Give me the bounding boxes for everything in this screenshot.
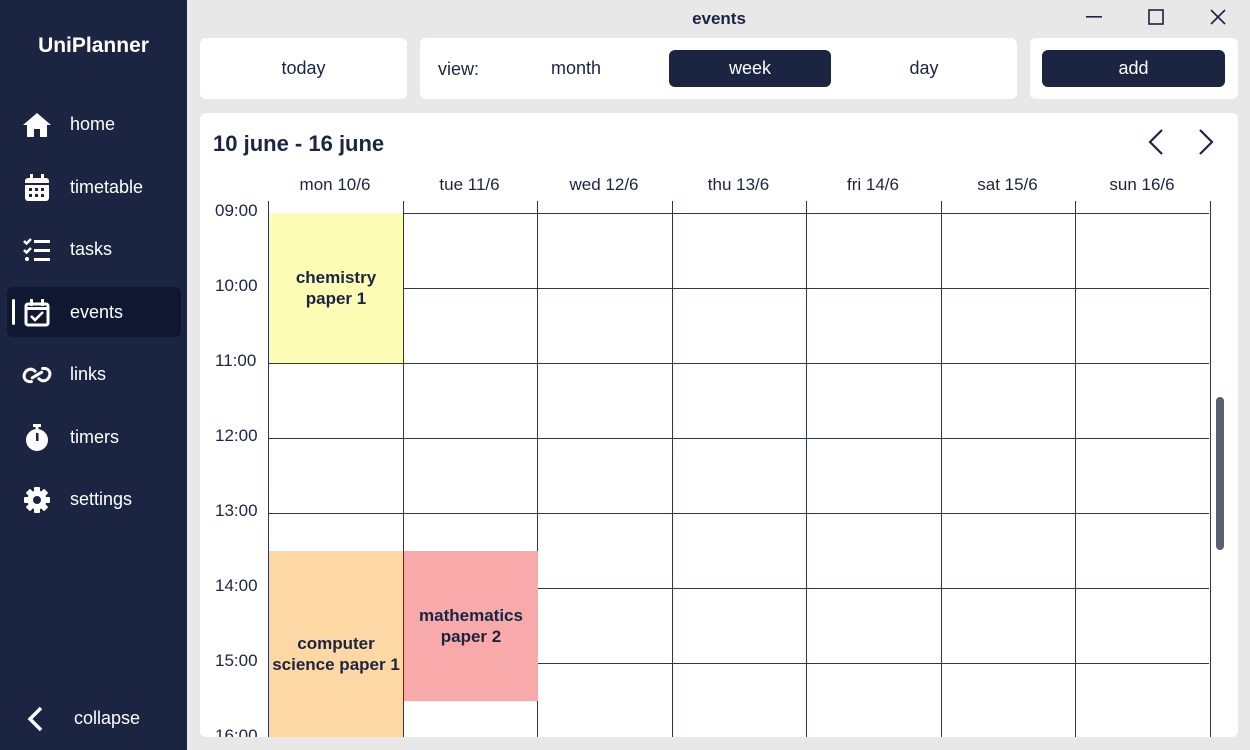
sidebar-item-events[interactable]: events — [7, 287, 181, 337]
app-title: UniPlanner — [38, 34, 149, 57]
event-block[interactable]: chemistry paper 1 — [269, 213, 403, 363]
chevron-right-icon — [1198, 128, 1214, 161]
collapse-button[interactable]: collapse — [7, 694, 181, 744]
calendar-icon — [22, 173, 52, 203]
sidebar-item-label: timetable — [70, 176, 144, 197]
time-label: 15:00 — [215, 651, 258, 670]
previous-week-button[interactable] — [1141, 127, 1171, 161]
calendar-check-icon — [22, 298, 52, 328]
next-week-button[interactable] — [1191, 127, 1221, 161]
event-block[interactable]: computer science paper 1 — [269, 551, 403, 737]
stopwatch-icon — [22, 423, 52, 453]
day-header: sat 15/6 — [977, 175, 1038, 194]
sidebar-item-links[interactable]: links — [7, 349, 181, 399]
sidebar-item-label: events — [70, 301, 124, 322]
add-button[interactable]: add — [1042, 50, 1225, 87]
sidebar-item-settings[interactable]: settings — [7, 474, 181, 524]
day-header: mon 10/6 — [299, 175, 371, 194]
minimize-icon — [1086, 9, 1102, 30]
view-month-button[interactable]: month — [512, 50, 640, 87]
view-day-button[interactable]: day — [860, 50, 988, 87]
day-header: fri 14/6 — [847, 175, 899, 194]
day-gridline — [941, 201, 942, 737]
time-label: 11:00 — [215, 351, 257, 370]
sidebar-item-label: timers — [70, 426, 119, 447]
day-header: tue 11/6 — [439, 175, 500, 194]
hour-gridline — [268, 438, 1209, 439]
vertical-scrollbar[interactable] — [1216, 397, 1224, 550]
day-gridline — [1075, 201, 1076, 737]
time-label: 12:00 — [215, 426, 258, 445]
day-gridline — [672, 201, 673, 737]
sidebar-item-label: settings — [70, 488, 133, 509]
hour-gridline — [268, 288, 1209, 289]
close-button[interactable] — [1203, 6, 1233, 32]
sidebar-item-label: home — [70, 113, 116, 134]
time-label: 10:00 — [215, 276, 258, 295]
hour-gridline — [268, 513, 1209, 514]
tasks-icon — [22, 235, 52, 265]
time-label: 13:00 — [215, 501, 258, 520]
sidebar: UniPlanner home timetable tasks events l… — [0, 0, 187, 750]
sidebar-item-tasks[interactable]: tasks — [7, 224, 181, 274]
day-gridline — [1210, 201, 1211, 737]
gear-icon — [22, 485, 52, 515]
chevron-left-icon — [25, 706, 45, 737]
maximize-button[interactable] — [1141, 6, 1171, 32]
calendar-panel: 10 june - 16 june mon 10/6 tue 11/6 wed 12… — [200, 113, 1238, 737]
today-card: today — [200, 38, 407, 99]
day-header: wed 12/6 — [569, 175, 639, 194]
day-gridline — [806, 201, 807, 737]
link-icon — [22, 360, 52, 390]
date-range-title: 10 june - 16 june — [213, 131, 385, 156]
time-label: 16:00 — [215, 726, 258, 737]
hour-gridline — [268, 363, 1209, 364]
day-header: sun 16/6 — [1109, 175, 1175, 194]
sidebar-item-label: links — [70, 363, 107, 384]
sidebar-item-timers[interactable]: timers — [7, 412, 181, 462]
sidebar-item-label: tasks — [70, 238, 113, 259]
minimize-button[interactable] — [1079, 6, 1109, 32]
chevron-left-icon — [1148, 128, 1164, 161]
close-icon — [1210, 8, 1226, 30]
today-button[interactable]: today — [200, 38, 407, 99]
collapse-label: collapse — [74, 708, 141, 728]
sidebar-item-timetable[interactable]: timetable — [7, 162, 181, 212]
view-label: view: — [438, 59, 480, 79]
time-label: 09:00 — [215, 201, 258, 220]
window-title: events — [692, 9, 746, 28]
view-selector: view: month week day — [420, 38, 1017, 99]
event-block[interactable]: mathematics paper 2 — [404, 551, 538, 701]
day-header: thu 13/6 — [707, 175, 770, 194]
hour-gridline — [268, 213, 1209, 214]
view-week-button[interactable]: week — [669, 50, 831, 87]
maximize-icon — [1148, 8, 1164, 30]
add-card: add — [1030, 38, 1238, 99]
sidebar-item-home[interactable]: home — [7, 99, 181, 149]
time-label: 14:00 — [215, 576, 258, 595]
active-indicator — [12, 299, 15, 325]
home-icon — [22, 110, 52, 140]
